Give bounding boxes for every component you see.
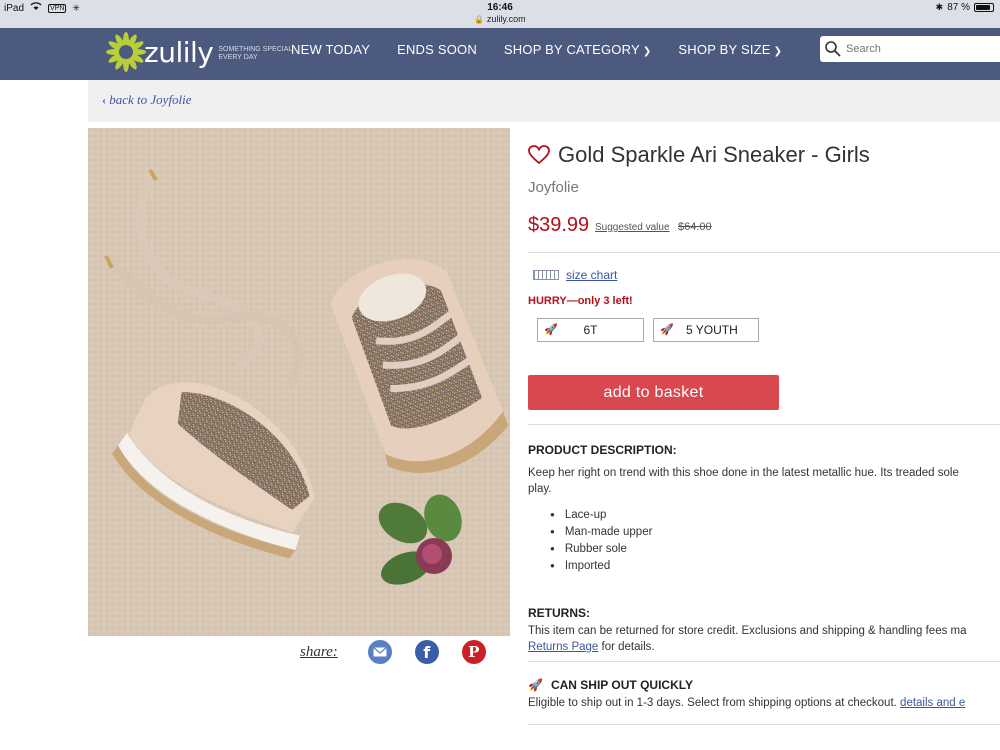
rocket-icon: 🚀 xyxy=(528,678,543,692)
back-link-label: back to Joyfolie xyxy=(109,92,192,107)
description-line-2: play. xyxy=(528,483,552,495)
ruler-icon xyxy=(533,270,559,280)
nav-ends-soon[interactable]: ENDS SOON xyxy=(397,42,477,57)
size-option-6t[interactable]: 🚀 6T xyxy=(537,318,644,342)
divider xyxy=(528,661,1000,662)
size-chart-label: size chart xyxy=(566,268,618,282)
flower-logo-icon xyxy=(106,32,146,72)
chevron-left-icon: ‹ xyxy=(102,93,106,107)
chevron-down-icon: ❯ xyxy=(773,46,783,57)
zulily-logo[interactable]: zulily SOMETHING SPECIAL EVERY DAY xyxy=(106,30,298,74)
battery-fill xyxy=(976,5,990,10)
logo-tagline: SOMETHING SPECIAL EVERY DAY xyxy=(218,46,293,61)
back-link[interactable]: ‹ back to Joyfolie xyxy=(102,92,192,108)
list-item: Rubber sole xyxy=(550,541,652,558)
shipping-details-link[interactable]: details and e xyxy=(900,697,965,709)
logo-wordmark: zulily xyxy=(144,35,214,69)
shipping-description: Eligible to ship out in 1-3 days. Select… xyxy=(528,697,901,709)
original-price: $64.00 xyxy=(678,221,712,233)
sneaker-photo-illustration xyxy=(88,128,510,636)
returns-text: This item can be returned for store cred… xyxy=(528,623,1000,655)
returns-line-2: Returns Page for details. xyxy=(528,639,1000,655)
size-label: 5 YOUTH xyxy=(686,323,738,337)
nav-shop-by-size[interactable]: SHOP BY SIZE ❯ xyxy=(678,42,782,57)
list-item: Lace-up xyxy=(550,507,652,524)
rocket-icon: 🚀 xyxy=(660,324,674,336)
suggested-value-link[interactable]: Suggested value xyxy=(595,222,670,233)
returns-page-link[interactable]: Returns Page xyxy=(528,641,598,653)
shipping-text: Eligible to ship out in 1-3 days. Select… xyxy=(528,697,1000,709)
size-chart-link[interactable]: size chart xyxy=(533,268,617,282)
product-image[interactable] xyxy=(88,128,510,636)
stock-warning: HURRY—only 3 left! xyxy=(528,295,633,307)
divider xyxy=(528,252,1000,253)
battery-percent: 87 % xyxy=(947,2,970,13)
heart-favorite-icon[interactable] xyxy=(528,145,550,165)
ios-status-bar: iPad VPN ✳ 16:46 🔒 zulily.com ✱ 87 % xyxy=(0,0,1000,28)
feature-list: Lace-up Man-made upper Rubber sole Impor… xyxy=(550,507,653,575)
product-title-text: Gold Sparkle Ari Sneaker - Girls xyxy=(558,142,870,167)
shipping-heading-text: CAN SHIP OUT QUICKLY xyxy=(550,678,693,692)
divider xyxy=(528,424,1000,425)
nav-shop-by-category[interactable]: SHOP BY CATEGORY ❯ xyxy=(504,42,652,57)
size-option-5-youth[interactable]: 🚀 5 YOUTH xyxy=(653,318,759,342)
pinterest-share-icon[interactable]: P xyxy=(461,640,486,664)
divider xyxy=(528,724,1000,725)
nav-shop-by-category-label: SHOP BY CATEGORY xyxy=(503,42,640,57)
main-nav: NEW TODAY ENDS SOON SHOP BY CATEGORY ❯ SH… xyxy=(291,42,782,57)
product-title: Gold Sparkle Ari Sneaker - Girls xyxy=(528,142,870,168)
brand-name[interactable]: Joyfolie xyxy=(528,179,579,196)
list-item: Man-made upper xyxy=(550,524,653,541)
share-bar: share: f P xyxy=(300,640,509,664)
add-to-basket-button[interactable]: add to basket xyxy=(528,375,779,410)
clock: 16:46 xyxy=(487,2,513,13)
battery-icon xyxy=(974,3,994,12)
nav-shop-by-size-label: SHOP BY SIZE xyxy=(678,42,771,57)
lock-icon: 🔒 xyxy=(474,15,485,24)
email-share-icon[interactable] xyxy=(367,640,392,664)
url-text: zulily.com xyxy=(486,14,526,24)
description-text: Keep her right on trend with this shoe d… xyxy=(528,465,998,497)
bluetooth-icon: ✱ xyxy=(935,2,944,12)
nav-new-today[interactable]: NEW TODAY xyxy=(291,42,370,57)
share-label: share: xyxy=(300,643,338,660)
size-label: 6T xyxy=(583,323,598,337)
sale-price: $39.99 xyxy=(528,214,590,236)
returns-line-1: This item can be returned for store cred… xyxy=(528,625,967,637)
shipping-heading: 🚀 CAN SHIP OUT QUICKLY xyxy=(528,678,693,692)
search-input[interactable] xyxy=(846,43,996,55)
description-heading: PRODUCT DESCRIPTION: xyxy=(528,443,677,457)
returns-suffix: for details. xyxy=(598,641,655,653)
chevron-down-icon: ❯ xyxy=(642,46,652,57)
description-line-1: Keep her right on trend with this shoe d… xyxy=(528,467,959,479)
search-box[interactable] xyxy=(820,36,1000,62)
list-item: Imported xyxy=(550,558,652,575)
facebook-share-icon[interactable]: f xyxy=(414,640,439,664)
address-bar[interactable]: 🔒 zulily.com xyxy=(0,14,1000,24)
returns-heading: RETURNS: xyxy=(528,606,590,620)
search-icon xyxy=(825,41,841,57)
breadcrumb: ‹ back to Joyfolie xyxy=(88,80,1000,122)
site-header: zulily SOMETHING SPECIAL EVERY DAY NEW T… xyxy=(0,28,1000,80)
